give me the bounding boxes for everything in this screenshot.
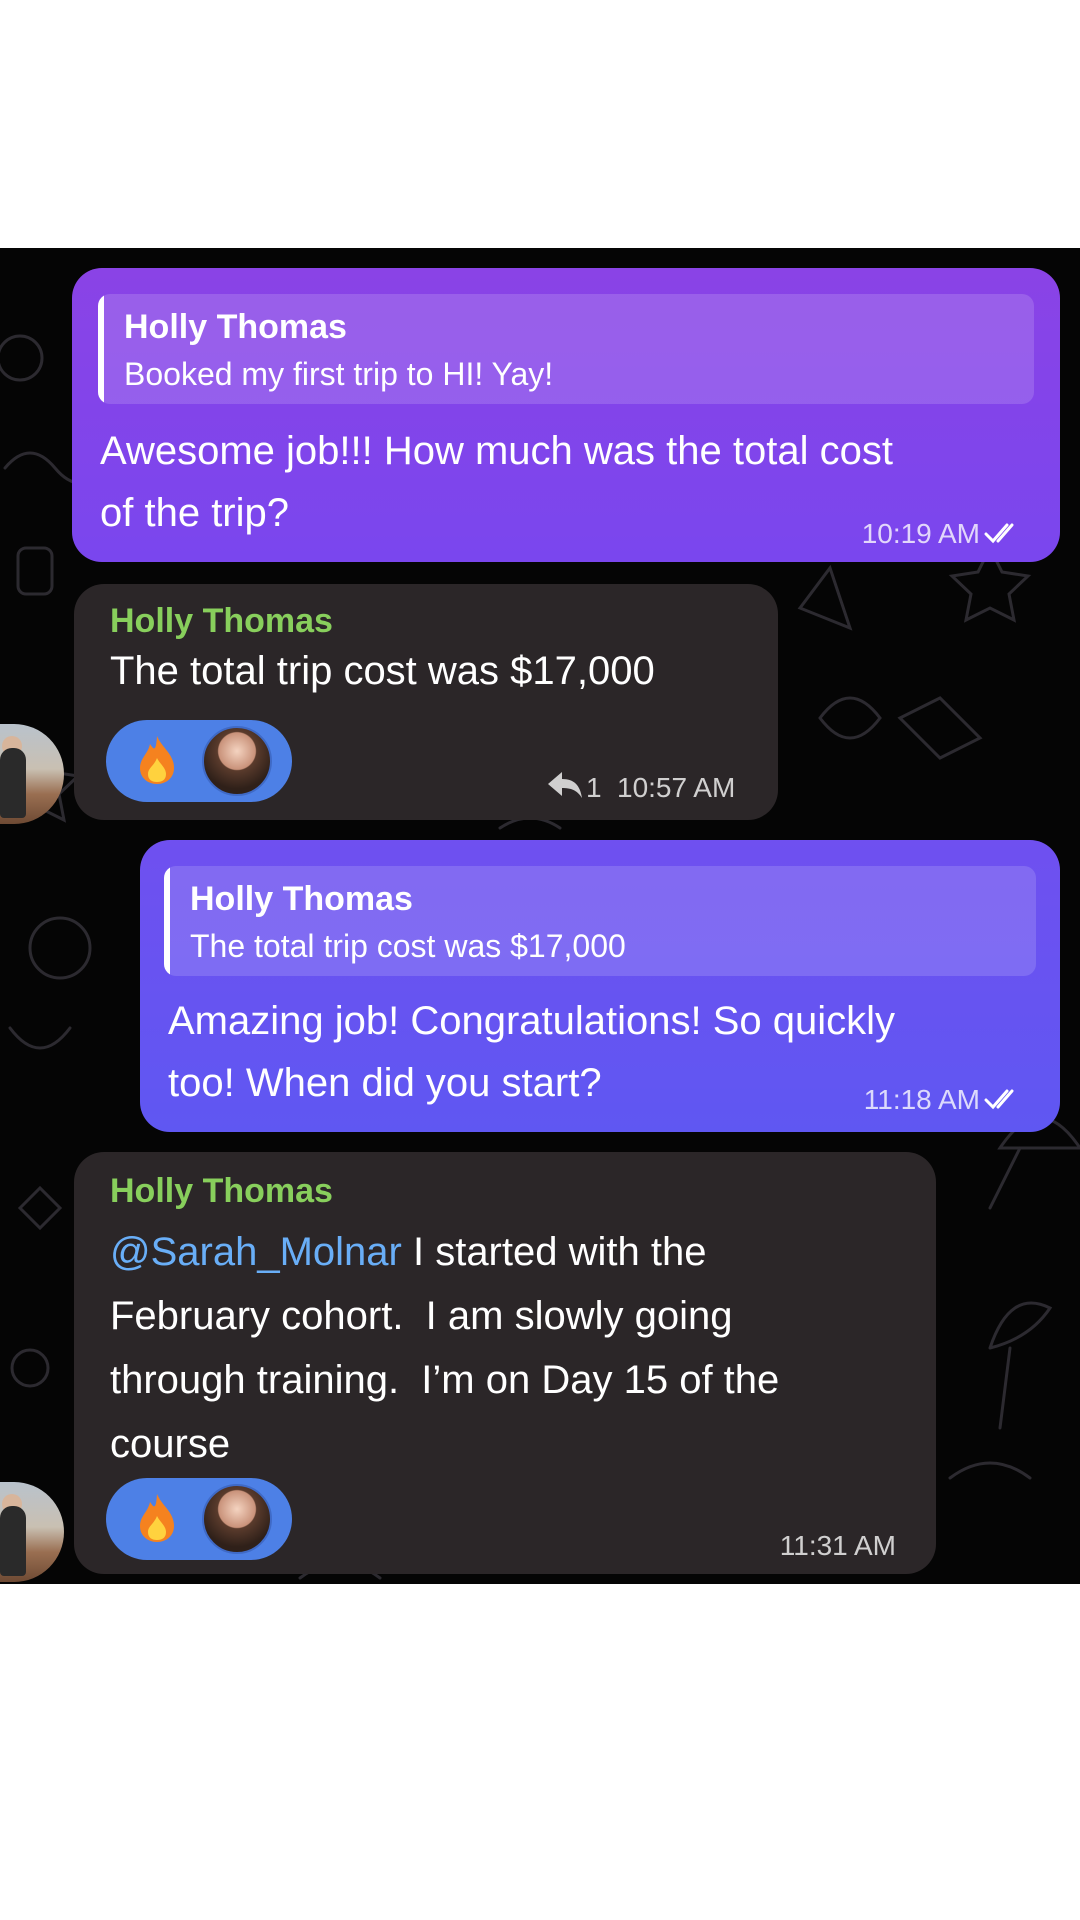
reply-count[interactable]: 1 — [586, 772, 602, 804]
message-line: through training. I’m on Day 15 of the — [110, 1358, 780, 1402]
reaction-pill[interactable] — [106, 1478, 292, 1560]
reply-quote-text: Booked my first trip to HI! Yay! — [124, 356, 554, 392]
reactor-avatar — [202, 1484, 272, 1554]
incoming-message-4[interactable]: Holly Thomas @Sarah_Molnar I started wit… — [74, 1152, 936, 1574]
message-text: @Sarah_Molnar I started with the Februar… — [110, 1220, 779, 1476]
reply-quote-sender: Holly Thomas — [124, 308, 347, 346]
message-time: 11:18 AM — [863, 1084, 980, 1115]
message-line: of the trip? — [100, 491, 290, 535]
sender-name: Holly Thomas — [110, 602, 333, 640]
avatar-figure — [0, 748, 26, 818]
reply-quote-text: The total trip cost was $17,000 — [190, 928, 626, 964]
message-line: too! When did you start? — [168, 1061, 602, 1105]
message-time: 10:19 AM — [861, 518, 980, 549]
reply-quote[interactable]: Holly Thomas The total trip cost was $17… — [164, 866, 1036, 976]
user-mention-link[interactable]: @Sarah_Molnar — [110, 1230, 402, 1274]
outgoing-message-3[interactable]: Holly Thomas The total trip cost was $17… — [140, 840, 1060, 1132]
message-line: Awesome job!!! How much was the total co… — [100, 429, 893, 473]
message-line: February cohort. I am slowly going — [110, 1294, 733, 1338]
message-text: Amazing job! Congratulations! So quickly… — [168, 990, 895, 1114]
message-line: Amazing job! Congratulations! So quickly — [168, 999, 896, 1043]
reply-quote-bar — [98, 294, 104, 404]
sender-name: Holly Thomas — [110, 1172, 333, 1210]
message-time: 10:57 AM — [617, 772, 736, 803]
avatar-figure — [0, 1506, 26, 1576]
message-text: Awesome job!!! How much was the total co… — [100, 420, 893, 544]
reply-arrow-icon — [548, 772, 582, 798]
message-time: 11:31 AM — [779, 1530, 896, 1561]
message-text: The total trip cost was $17,000 — [110, 649, 655, 693]
fire-icon — [140, 1494, 174, 1542]
message-line: course — [110, 1422, 231, 1466]
fire-icon — [140, 736, 174, 784]
reactor-avatar — [202, 726, 272, 796]
double-check-icon — [984, 523, 1014, 544]
message-line: @Sarah_Molnar I started with the — [110, 1220, 779, 1284]
reaction-pill[interactable] — [106, 720, 292, 802]
outgoing-message-1[interactable]: Holly Thomas Booked my first trip to HI!… — [72, 268, 1060, 562]
reply-quote-bar — [164, 866, 170, 976]
reply-quote-sender: Holly Thomas — [190, 880, 413, 918]
incoming-message-2[interactable]: Holly Thomas The total trip cost was $17… — [74, 584, 778, 820]
message-line-rest: I started with the — [401, 1230, 707, 1274]
double-check-icon — [984, 1089, 1014, 1110]
chat-area[interactable]: Holly Thomas Booked my first trip to HI!… — [0, 248, 1080, 1584]
reply-quote[interactable]: Holly Thomas Booked my first trip to HI!… — [98, 294, 1034, 404]
